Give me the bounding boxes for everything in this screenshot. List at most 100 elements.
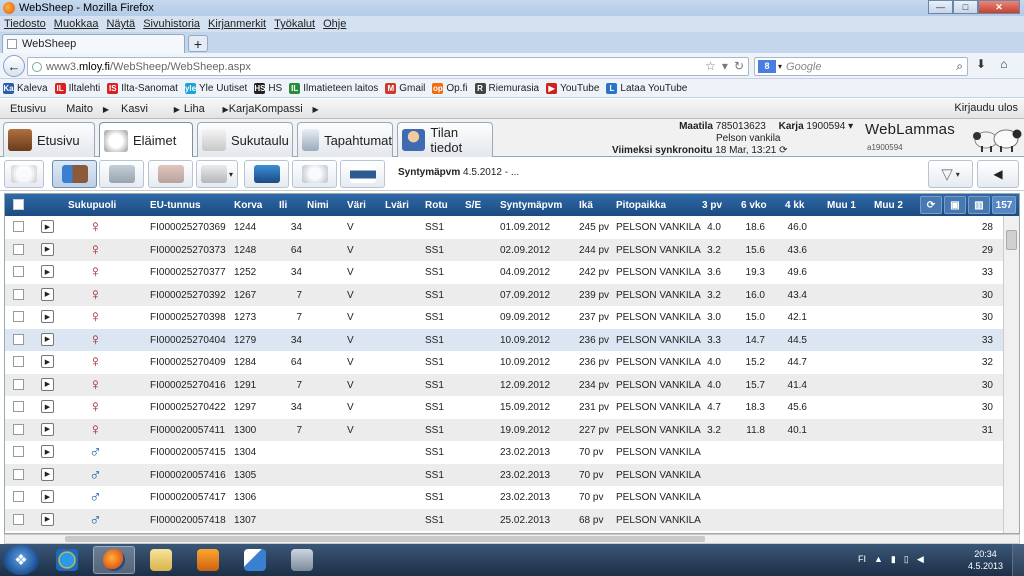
chevron-down-icon[interactable]: ▾ (848, 121, 853, 132)
expand-row-button[interactable]: ▶ (41, 512, 54, 526)
table-row[interactable]: ▶ ♂ FI000020057418 1307 SS1 25.02.2013 68 pv PE… (5, 508, 1005, 531)
calculator-task[interactable] (281, 546, 323, 574)
tab-tilan-tiedot[interactable]: Tilan tiedot (397, 122, 493, 157)
menu-edit[interactable]: Muokkaa (54, 18, 99, 30)
row-checkbox[interactable] (13, 266, 24, 277)
clock[interactable]: 20:34 4.5.2013 (968, 548, 1003, 572)
col-nimi[interactable]: Nimi (307, 200, 329, 211)
paint-task[interactable] (234, 546, 276, 574)
truck-button[interactable] (99, 160, 144, 188)
menu-file[interactable]: Tiedosto (4, 18, 46, 30)
col-sukupuoli[interactable]: Sukupuoli (68, 200, 116, 211)
col-4kk[interactable]: 4 kk (785, 200, 804, 211)
expand-row-button[interactable]: ▶ (41, 422, 54, 436)
app-menu-liha[interactable]: Liha ▶ (174, 103, 229, 115)
table-row[interactable]: ▶ ♀ FI000025270416 1291 7 V SS1 12.09.2012 234 p… (5, 373, 1005, 396)
minimize-button[interactable]: — (928, 0, 953, 14)
language-indicator[interactable]: FI (858, 554, 866, 565)
menu-view[interactable]: Näytä (106, 18, 135, 30)
show-desktop-button[interactable] (1012, 544, 1024, 576)
table-row[interactable]: ▶ ♂ FI000020057416 1305 SS1 23.02.2013 70 pv PE… (5, 463, 1005, 486)
table-row[interactable]: ▶ ♀ FI000025270373 1248 64 V SS1 02.09.2012 244 … (5, 238, 1005, 261)
firefox-task[interactable] (93, 546, 135, 574)
chevron-down-icon[interactable]: ▾ (956, 170, 960, 179)
col-lvari[interactable]: Lväri (385, 200, 409, 211)
row-checkbox[interactable] (13, 446, 24, 457)
expand-row-button[interactable]: ▶ (41, 490, 54, 503)
expand-row-button[interactable]: ▶ (41, 310, 54, 323)
app-menu-etusivu[interactable]: Etusivu (0, 103, 56, 115)
collapse-button[interactable]: ◀ (977, 160, 1019, 188)
sheep-view-button[interactable] (4, 160, 44, 188)
table-row[interactable]: ▶ ♂ FI000020057415 1304 SS1 23.02.2013 70 pv PE… (5, 441, 1005, 464)
bookmark-item[interactable]: M Gmail (385, 82, 425, 94)
bookmark-item[interactable]: IL Ilmatieteen laitos (289, 82, 378, 94)
chevron-down-icon[interactable]: ▾ (778, 62, 782, 71)
row-checkbox[interactable] (13, 311, 24, 322)
ie-task[interactable] (46, 546, 88, 574)
scale-button[interactable]: ▾ (196, 160, 238, 188)
table-row[interactable]: ▶ ♀ FI000025270369 1244 34 V SS1 01.09.2012 245 … (5, 216, 1005, 239)
table-row[interactable]: ▶ ♂ FI000020057417 1306 SS1 23.02.2013 70 pv PE… (5, 486, 1005, 509)
select-all-checkbox[interactable] (13, 199, 24, 210)
scroll-thumb[interactable] (1006, 230, 1017, 250)
tab-etusivu[interactable]: Etusivu (3, 122, 95, 157)
tray-expand-icon[interactable]: ▲ (874, 554, 883, 565)
app-menu-maito[interactable]: Maito ▶ (56, 103, 109, 115)
battery-icon[interactable]: ▯ (904, 554, 909, 565)
table-row[interactable]: ▶ ♀ FI000025270398 1273 7 V SS1 09.09.2012 237 p… (5, 306, 1005, 329)
col-muu1[interactable]: Muu 1 (827, 200, 856, 211)
sync-icon[interactable]: ⟳ (779, 145, 787, 156)
row-checkbox[interactable] (13, 333, 24, 345)
col-vari[interactable]: Väri (347, 200, 366, 211)
new-tab-button[interactable]: + (188, 35, 208, 52)
col-eu-tunnus[interactable]: EU-tunnus (150, 200, 201, 211)
browser-tab[interactable]: WebSheep (2, 34, 185, 53)
transfer-button[interactable] (52, 160, 97, 188)
logout-link[interactable]: Kirjaudu ulos (954, 102, 1018, 114)
row-checkbox[interactable] (13, 356, 24, 367)
filter-button[interactable]: ▽ ▾ (928, 160, 973, 188)
home-icon[interactable]: ⌂ (1000, 57, 1007, 71)
row-checkbox[interactable] (13, 423, 24, 435)
search-bar[interactable]: 8 ▾ Google ⌕ (754, 57, 968, 76)
app-menu-karjakompassi[interactable]: KarjaKompassi ▶ (219, 103, 319, 115)
menu-help[interactable]: Ohje (323, 18, 346, 30)
col-se[interactable]: S/E (465, 200, 481, 211)
bookmark-item[interactable]: op Op.fi (432, 82, 468, 94)
save-icon[interactable]: ▣ (944, 196, 966, 214)
col-muu2[interactable]: Muu 2 (874, 200, 903, 211)
bookmark-item[interactable]: Ka Kaleva (3, 82, 48, 94)
tab-elaimet[interactable]: Eläimet (99, 122, 193, 158)
row-checkbox[interactable] (13, 468, 24, 480)
start-button[interactable]: ❖ (3, 545, 39, 575)
bookmark-item[interactable]: ▶ YouTube (546, 82, 599, 94)
bookmark-item[interactable]: L Lataa YouTube (606, 82, 687, 94)
scroll-thumb[interactable] (65, 536, 705, 542)
bookmark-item[interactable]: R Riemurasia (474, 82, 539, 94)
search-icon[interactable]: ⌕ (956, 59, 963, 74)
row-checkbox[interactable] (13, 288, 24, 300)
col-syntymapvm[interactable]: Syntymäpvm (500, 200, 562, 211)
maximize-button[interactable]: □ (953, 0, 978, 14)
horizontal-scrollbar[interactable] (4, 534, 1020, 544)
table-row[interactable]: ▶ ♀ FI000025270404 1279 34 V SS1 10.09.2012 236 … (5, 328, 1005, 351)
tab-sukutaulu[interactable]: Sukutaulu (197, 122, 293, 157)
network-icon[interactable]: ▮ (891, 554, 896, 565)
row-checkbox[interactable] (13, 401, 24, 412)
table-row[interactable]: ▶ ♀ FI000025270409 1284 64 V SS1 10.09.2012 236 … (5, 351, 1005, 374)
bookmark-item[interactable]: IL Iltalehti (54, 82, 100, 94)
row-checkbox[interactable] (13, 491, 24, 502)
table-row[interactable]: ▶ ♀ FI000025270377 1252 34 V SS1 04.09.2012 242 … (5, 261, 1005, 284)
expand-row-button[interactable]: ▶ (41, 400, 54, 413)
col-korva[interactable]: Korva (234, 200, 262, 211)
close-button[interactable]: ✕ (978, 0, 1020, 14)
media-player-task[interactable] (187, 546, 229, 574)
search-engine-icon[interactable]: 8 (758, 60, 776, 73)
col-ika[interactable]: Ikä (579, 200, 593, 211)
table-row[interactable]: ▶ ♀ FI000025270392 1267 7 V SS1 07.09.2012 239 p… (5, 283, 1005, 306)
expand-row-button[interactable]: ▶ (41, 220, 54, 233)
bookmark-item[interactable]: HS HS (254, 82, 282, 94)
reload-icon[interactable]: ↻ (734, 59, 744, 73)
bookmark-item[interactable]: yle Yle Uutiset (184, 82, 247, 94)
